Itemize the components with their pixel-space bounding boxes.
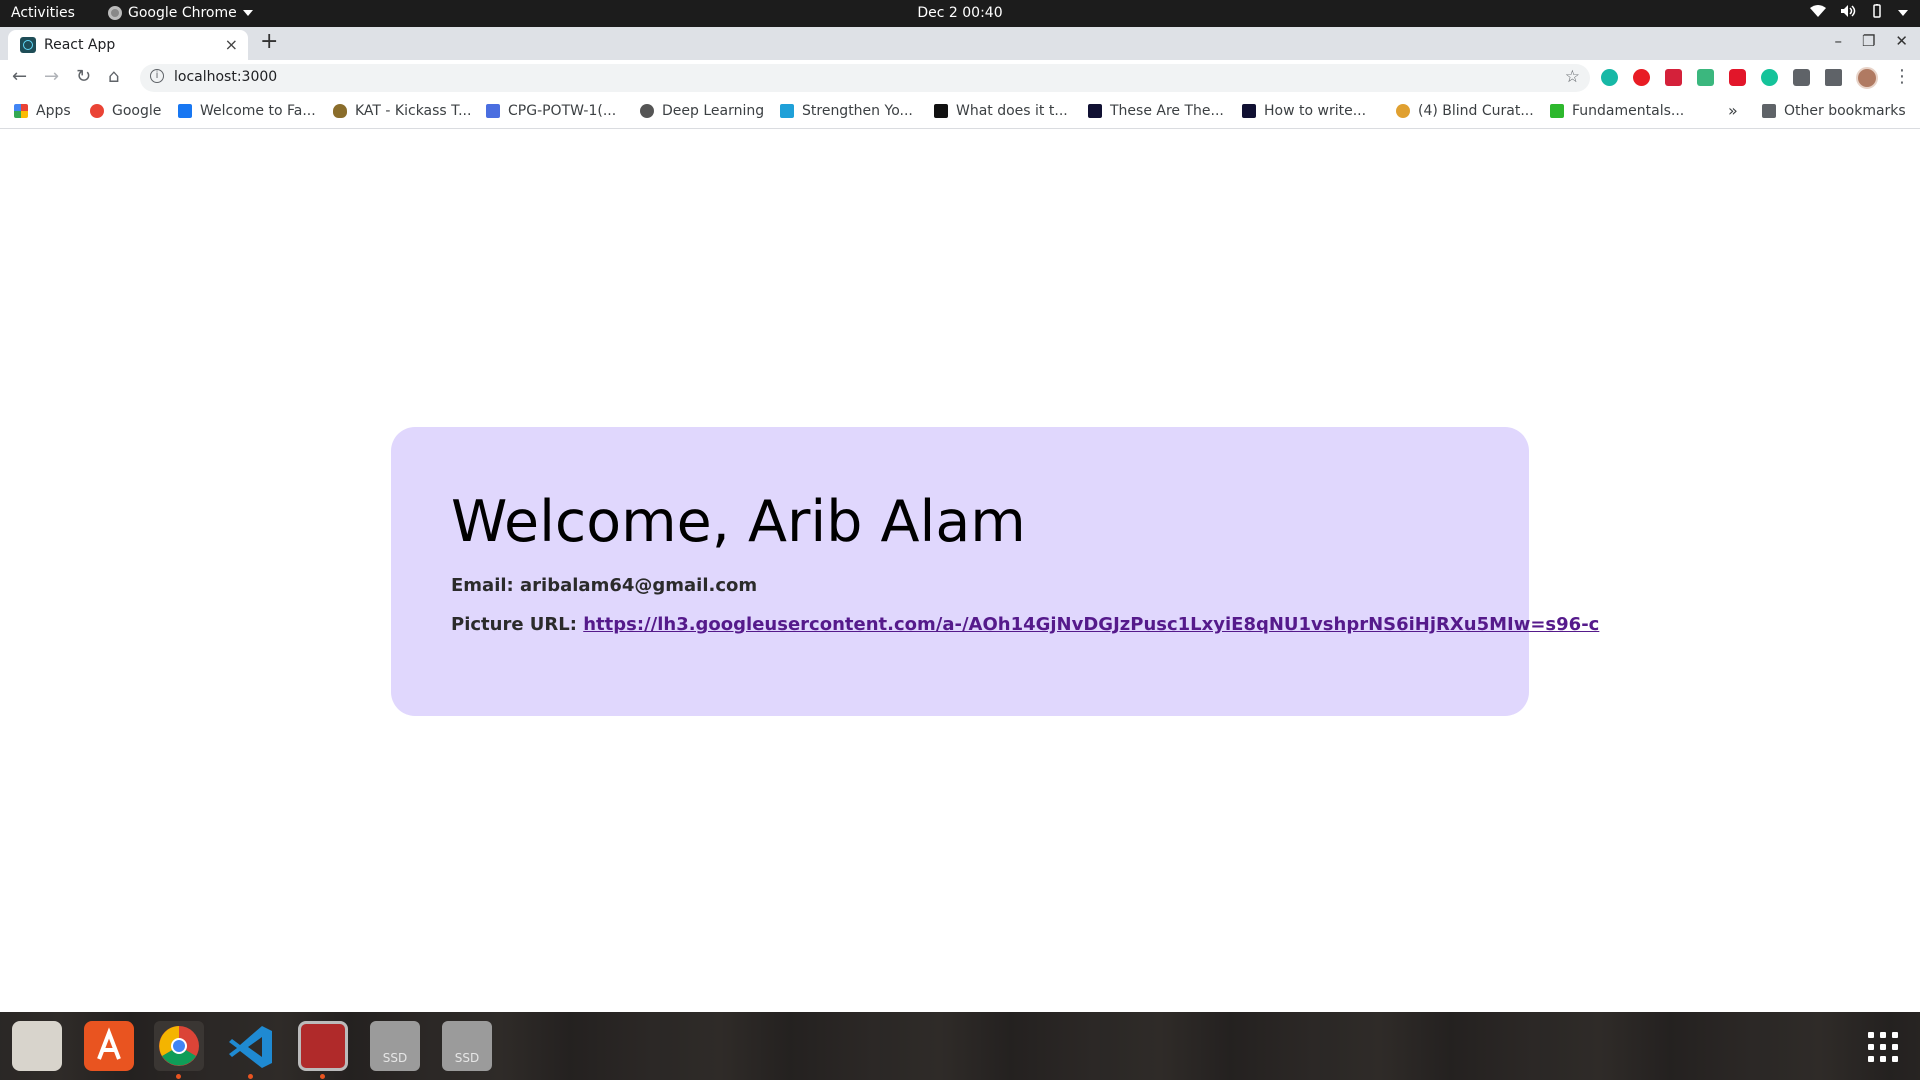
- tab-title: React App: [44, 37, 116, 53]
- home-icon[interactable]: ⌂: [108, 66, 119, 87]
- terminal-app-icon[interactable]: [298, 1021, 348, 1071]
- files-app-icon[interactable]: [12, 1021, 62, 1071]
- chrome-icon: [108, 6, 122, 20]
- bookmark-cpg-potw[interactable]: CPG-POTW-1(...: [486, 103, 616, 119]
- running-indicator: [248, 1074, 253, 1079]
- app-menu[interactable]: Google Chrome: [108, 5, 253, 21]
- other-bookmarks[interactable]: Other bookmarks: [1762, 103, 1906, 119]
- bookmark-what-does[interactable]: What does it t...: [934, 103, 1068, 119]
- restore-icon[interactable]: ❐: [1862, 32, 1875, 50]
- close-window-icon[interactable]: ✕: [1895, 32, 1908, 50]
- chrome-app-icon[interactable]: [154, 1021, 204, 1071]
- clock[interactable]: Dec 2 00:40: [0, 5, 1920, 21]
- medium-icon: [934, 104, 948, 118]
- tab-react-app[interactable]: React App ×: [8, 30, 248, 60]
- chevron-down-icon: [242, 10, 253, 16]
- show-applications-icon[interactable]: [1868, 1032, 1898, 1062]
- window-controls: – ❐ ✕: [1834, 32, 1908, 50]
- bookmark-how-to-write[interactable]: How to write...: [1242, 103, 1366, 119]
- volume-icon: [1840, 4, 1856, 22]
- site-icon: [1242, 104, 1256, 118]
- back-icon[interactable]: ←: [12, 66, 27, 87]
- email-value: aribalam64@gmail.com: [520, 575, 758, 596]
- extension-mail-icon[interactable]: [1697, 69, 1714, 86]
- bookmark-google[interactable]: Google: [90, 103, 161, 119]
- email-row: Email: aribalam64@gmail.com: [451, 575, 757, 596]
- picture-url-row: Picture URL: https://lh3.googleuserconte…: [451, 614, 1599, 635]
- more-menu-icon[interactable]: ⋮: [1893, 66, 1911, 87]
- forward-icon[interactable]: →: [44, 66, 59, 87]
- battery-icon: [1870, 4, 1884, 22]
- wifi-icon: [1810, 4, 1826, 22]
- reload-icon[interactable]: ↻: [76, 66, 91, 87]
- bookmark-strengthen[interactable]: Strengthen Yo...: [780, 103, 913, 119]
- profile-card: Welcome, Arib Alam Email: aribalam64@gma…: [391, 427, 1599, 716]
- bookmark-apps[interactable]: Apps: [14, 103, 71, 119]
- react-icon: [20, 37, 36, 53]
- globe-icon: [640, 104, 654, 118]
- bookmark-deep-learning[interactable]: Deep Learning: [640, 103, 764, 119]
- apps-grid-icon: [14, 104, 28, 118]
- picture-url-link[interactable]: https://lh3.googleusercontent.com/a-/AOh…: [583, 614, 1599, 635]
- running-indicator: [320, 1074, 325, 1079]
- facebook-icon: [178, 104, 192, 118]
- udemy-icon: [780, 104, 794, 118]
- profile-avatar[interactable]: [1856, 67, 1878, 89]
- extension-grammarly-icon[interactable]: [1761, 69, 1778, 86]
- chevron-down-icon: [1898, 10, 1908, 16]
- app-menu-label: Google Chrome: [128, 5, 237, 21]
- extension-pocket-icon[interactable]: [1729, 69, 1746, 86]
- bookmark-blind[interactable]: (4) Blind Curat...: [1396, 103, 1534, 119]
- address-bar[interactable]: i localhost:3000 ☆: [140, 64, 1590, 92]
- tab-strip: React App × + – ❐ ✕: [0, 27, 1920, 60]
- docs-icon: [486, 104, 500, 118]
- bookmark-facebook[interactable]: Welcome to Fa...: [178, 103, 316, 119]
- folder-icon: [1762, 104, 1776, 118]
- extension-m-icon[interactable]: [1601, 69, 1618, 86]
- activities-button[interactable]: Activities: [11, 5, 75, 21]
- info-icon[interactable]: i: [150, 69, 164, 83]
- bookmark-these-are[interactable]: These Are The...: [1088, 103, 1224, 119]
- ssd-drive-icon[interactable]: SSD: [442, 1021, 492, 1071]
- bookmark-fundamentals[interactable]: Fundamentals...: [1550, 103, 1684, 119]
- system-tray[interactable]: [1810, 4, 1908, 22]
- dock: SSD SSD: [0, 1012, 1920, 1080]
- more-bookmarks-button[interactable]: »: [1728, 101, 1738, 120]
- system-top-bar: Activities Google Chrome Dec 2 00:40: [0, 0, 1920, 27]
- new-tab-button[interactable]: +: [260, 29, 278, 54]
- leaf-icon: [1550, 104, 1564, 118]
- page-title: Welcome, Arib Alam: [451, 489, 1026, 555]
- extension-red-icon[interactable]: [1665, 69, 1682, 86]
- email-label: Email:: [451, 575, 514, 596]
- media-controls-icon[interactable]: [1825, 69, 1842, 86]
- close-icon[interactable]: ×: [225, 35, 238, 54]
- blind-icon: [1396, 104, 1410, 118]
- bookmarks-bar: Apps Google Welcome to Fa... KAT - Kicka…: [0, 96, 1920, 129]
- extension-adblock-icon[interactable]: [1633, 69, 1650, 86]
- picture-url-label: Picture URL:: [451, 614, 577, 635]
- minimize-icon[interactable]: –: [1834, 32, 1842, 50]
- vscode-app-icon[interactable]: [226, 1021, 276, 1071]
- running-indicator: [176, 1074, 181, 1079]
- dock-background: [0, 1012, 1920, 1080]
- extensions-puzzle-icon[interactable]: [1793, 69, 1810, 86]
- bookmark-kat[interactable]: KAT - Kickass T...: [333, 103, 471, 119]
- address-text[interactable]: localhost:3000: [174, 69, 277, 85]
- browser-toolbar: ← → ↻ ⌂ i localhost:3000 ☆ ⋮: [0, 60, 1920, 96]
- bookmark-star-icon[interactable]: ☆: [1565, 67, 1580, 87]
- ssd-drive-icon[interactable]: SSD: [370, 1021, 420, 1071]
- site-icon: [1088, 104, 1102, 118]
- kat-icon: [333, 104, 347, 118]
- google-icon: [90, 104, 104, 118]
- software-center-icon[interactable]: [84, 1021, 134, 1071]
